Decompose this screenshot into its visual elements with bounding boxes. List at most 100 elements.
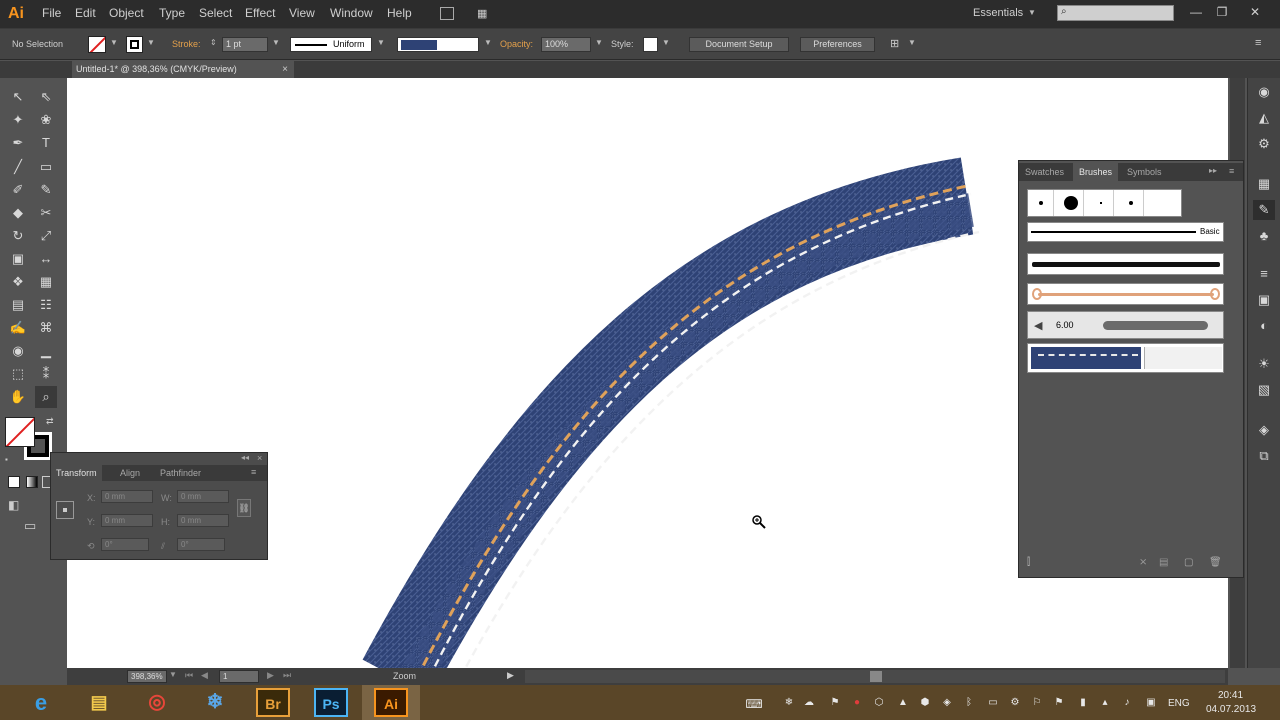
close-button[interactable]: ✕ [1245, 4, 1265, 20]
chevron-down-icon[interactable]: ▼ [908, 38, 916, 47]
selection-tool-icon[interactable]: ↖ [7, 86, 29, 108]
horizontal-scrollbar[interactable] [525, 670, 1225, 683]
battery-icon[interactable]: ▮ [1076, 697, 1090, 709]
close-panel-icon[interactable]: × [257, 453, 262, 463]
variable-width-profile[interactable]: Uniform [290, 37, 372, 52]
menu-help[interactable]: Help [387, 6, 412, 20]
preferences-button[interactable]: Preferences [800, 37, 875, 52]
perspective-grid-tool-icon[interactable]: ▦ [35, 271, 57, 293]
panel-menu-icon[interactable]: ≡ [1229, 166, 1234, 176]
clock-date[interactable]: 04.07.2013 [1206, 704, 1256, 715]
chevron-down-icon[interactable]: ▼ [377, 38, 385, 47]
bristle-brush[interactable]: ◀ 6.00 [1027, 311, 1224, 339]
display-icon[interactable]: ▭ [986, 697, 1000, 709]
slice-tool-icon[interactable]: ⁑ [35, 363, 57, 385]
brush-dot-medium[interactable] [1118, 190, 1144, 216]
h-field[interactable]: 0 mm [177, 514, 229, 527]
volume-icon[interactable]: ♪ [1120, 697, 1134, 709]
eyedropper-tool-icon[interactable]: ✍ [7, 317, 29, 339]
stroke-label[interactable]: Stroke: [172, 39, 201, 49]
paintbrush-tool-icon[interactable]: ✐ [7, 179, 29, 201]
tab-pathfinder[interactable]: Pathfinder [155, 465, 206, 481]
layers-icon[interactable]: ◈ [1253, 420, 1275, 440]
screen-mode-icon[interactable]: ▭ [24, 518, 36, 534]
brush-dot-tiny[interactable] [1088, 190, 1114, 216]
menu-type[interactable]: Type [159, 6, 185, 20]
constrain-proportions-icon[interactable]: ⛓ [237, 499, 251, 517]
blob-brush-tool-icon[interactable]: ◆ [7, 202, 29, 224]
chevron-down-icon[interactable]: ▼ [272, 38, 280, 47]
document-setup-button[interactable]: Document Setup [689, 37, 789, 52]
chevron-down-icon[interactable]: ▼ [169, 670, 177, 679]
status-menu-icon[interactable]: ▶ [507, 670, 514, 681]
brushes-icon[interactable]: ✎ [1253, 200, 1275, 220]
bridge-app-icon[interactable]: Br [256, 688, 290, 717]
direct-selection-tool-icon[interactable]: ⇖ [35, 86, 57, 108]
reference-point-icon[interactable] [56, 501, 74, 519]
y-field[interactable]: 0 mm [101, 514, 153, 527]
brush-definition[interactable] [397, 37, 479, 52]
menu-select[interactable]: Select [199, 6, 232, 20]
brush-libraries-icon[interactable]: ⫿ [1027, 557, 1030, 568]
tab-brushes[interactable]: Brushes [1073, 163, 1119, 181]
charcoal-brush[interactable] [1027, 253, 1224, 275]
tray-icon[interactable]: ⬢ [918, 697, 932, 709]
opacity-field[interactable]: 100% [541, 37, 591, 52]
tab-swatches[interactable]: Swatches [1019, 163, 1070, 181]
rotate-field[interactable]: 0° [101, 538, 149, 551]
blend-tool-icon[interactable]: ⌘ [35, 317, 57, 339]
swap-colors-icon[interactable]: ⇄ [46, 416, 54, 427]
color-panel-icon[interactable]: ◉ [1253, 82, 1275, 102]
network-icon[interactable]: ▴ [1098, 697, 1112, 709]
tray-icon[interactable]: ▣ [1144, 697, 1158, 709]
appearance-icon[interactable]: ☀ [1253, 354, 1275, 374]
stepper-icon[interactable]: ⇕ [210, 38, 217, 47]
tray-icon[interactable]: ▲ [896, 697, 910, 709]
next-page-icon[interactable]: ▶ [267, 670, 274, 681]
antivirus-tray-icon[interactable]: ● [850, 697, 864, 709]
rectangle-tool-icon[interactable]: ▭ [35, 156, 57, 178]
bridge-icon[interactable] [440, 7, 454, 20]
tray-icon[interactable]: ⬡ [872, 697, 886, 709]
bluetooth-icon[interactable]: ᛒ [962, 697, 976, 709]
denim-pattern-brush[interactable] [1027, 343, 1224, 373]
clock-time[interactable]: 20:41 [1218, 690, 1243, 701]
symbols-icon[interactable]: ♣ [1253, 226, 1275, 246]
first-page-icon[interactable]: ⏮ [185, 670, 193, 681]
symbol-sprayer-tool-icon[interactable]: ◉ [7, 340, 29, 362]
internet-explorer-icon[interactable]: e [20, 688, 62, 717]
file-explorer-icon[interactable]: ▤ [78, 688, 120, 717]
menu-window[interactable]: Window [330, 6, 373, 20]
search-input[interactable] [1057, 5, 1174, 21]
close-tab-icon[interactable]: × [282, 61, 288, 78]
color-mode-icon[interactable] [8, 476, 20, 488]
tray-icon[interactable]: ◈ [940, 697, 954, 709]
rope-brush[interactable] [1027, 283, 1224, 305]
snowflake-tray-icon[interactable]: ❄ [782, 697, 796, 709]
arrange-icon[interactable]: ⊞ [890, 37, 899, 50]
chevron-down-icon[interactable]: ▼ [1028, 8, 1036, 17]
delete-brush-icon[interactable]: 🗑 [1209, 557, 1222, 568]
collapse-panel-icon[interactable]: ▸▸ [1209, 166, 1217, 175]
chrome-icon[interactable]: ◎ [136, 688, 178, 717]
brush-dot-large[interactable] [1058, 190, 1084, 216]
snowflake-app-icon[interactable]: ❄ [194, 688, 236, 717]
draw-mode-icon[interactable]: ◧ [8, 498, 19, 512]
fill-swatch[interactable] [88, 36, 106, 53]
last-page-icon[interactable]: ⏭ [283, 670, 291, 681]
artboard-tool-icon[interactable]: ⬚ [7, 363, 29, 385]
line-tool-icon[interactable]: ╱ [7, 156, 29, 178]
minimize-button[interactable]: — [1186, 4, 1206, 20]
swatches-icon[interactable]: ▦ [1253, 174, 1275, 194]
document-tab[interactable]: Untitled-1* @ 398,36% (CMYK/Preview) × [72, 61, 294, 78]
chevron-down-icon[interactable]: ▼ [484, 38, 492, 47]
denim-band[interactable] [362, 157, 974, 668]
graphic-styles-icon[interactable]: ▧ [1253, 380, 1275, 400]
warp-tool-icon[interactable]: ▣ [7, 248, 29, 270]
gradient-icon[interactable]: ▣ [1253, 290, 1275, 310]
tray-icon[interactable]: ⚑ [828, 697, 842, 709]
shear-field[interactable]: 0° [177, 538, 225, 551]
restore-button[interactable]: ❐ [1212, 4, 1232, 20]
remove-stroke-icon[interactable]: ⨯ [1139, 557, 1147, 568]
gradient-tool-icon[interactable]: ☷ [35, 294, 57, 316]
